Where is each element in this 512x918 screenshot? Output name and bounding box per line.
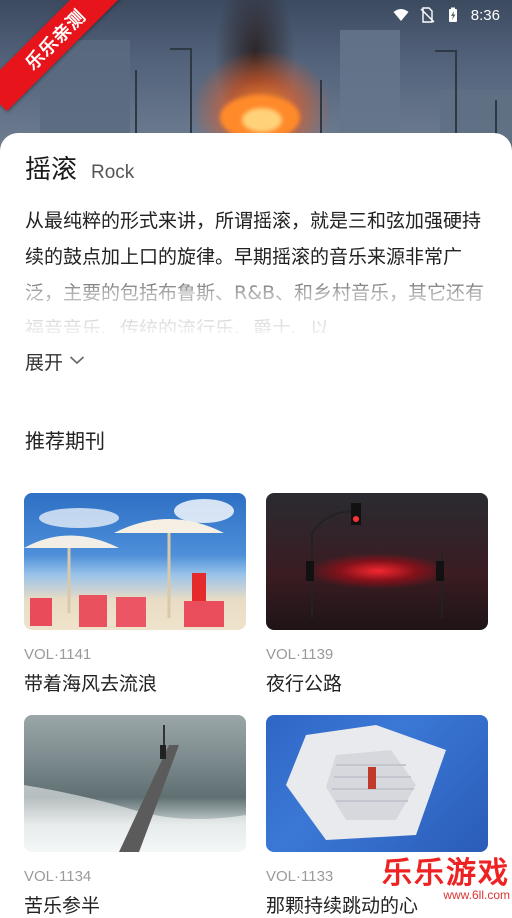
- issue-volume: VOL·1139: [266, 646, 334, 663]
- genre-description: 从最纯粹的形式来讲，所谓摇滚，就是三和弦加强硬持续的鼓点加上口的旋律。早期摇滚的…: [25, 210, 485, 333]
- issue-title: 苦乐参半: [24, 895, 101, 917]
- issue-card[interactable]: VOL·1134 苦乐参半: [24, 715, 246, 918]
- genre-subtitle: Rock: [91, 162, 135, 183]
- issue-title: 夜行公路: [266, 673, 343, 695]
- watermark-title: 乐乐游戏: [382, 856, 510, 891]
- issue-card[interactable]: VOL·1139 夜行公路: [266, 493, 488, 696]
- battery-charging-icon: [445, 7, 461, 23]
- section-title: 推荐期刊: [25, 429, 105, 453]
- clock: 8:36: [470, 6, 500, 24]
- issue-cover-image: [266, 493, 488, 630]
- issue-card[interactable]: VOL·1141 带着海风去流浪: [24, 493, 246, 696]
- issue-cover-image: [266, 715, 488, 852]
- expand-label: 展开: [25, 352, 64, 374]
- no-sim-icon: [419, 7, 435, 23]
- issue-volume: VOL·1141: [24, 646, 92, 663]
- issue-cover-image: [24, 493, 246, 630]
- watermark: 乐乐游戏 www.6ll.com: [382, 848, 510, 902]
- genre-header: 摇滚 Rock: [25, 149, 134, 186]
- content-card: 摇滚 Rock 从最纯粹的形式来讲，所谓摇滚，就是三和弦加强硬持续的鼓点加上口的…: [0, 133, 512, 917]
- expand-button[interactable]: 展开: [25, 348, 85, 375]
- wifi-icon: [393, 7, 409, 23]
- chevron-down-icon: [69, 351, 85, 373]
- issue-title: 带着海风去流浪: [24, 673, 158, 695]
- genre-title: 摇滚: [25, 155, 78, 185]
- issue-volume: VOL·1134: [24, 868, 92, 885]
- status-bar: 8:36: [372, 0, 512, 30]
- issue-cover-image: [24, 715, 246, 852]
